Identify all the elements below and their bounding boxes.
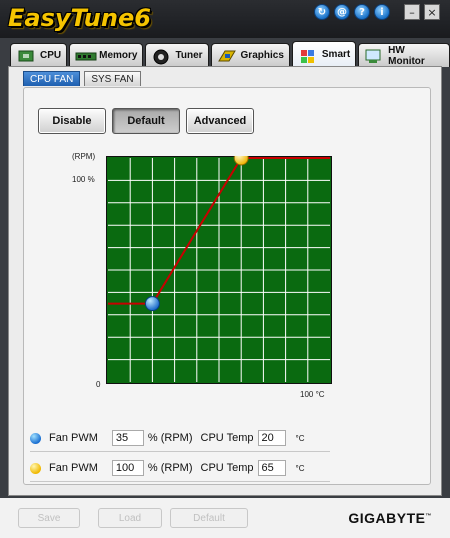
tab-label: Memory: [99, 50, 138, 61]
yellow-point-icon: [30, 462, 41, 474]
tab-label: Tuner: [175, 50, 203, 61]
tab-label: CPU: [40, 50, 62, 61]
subtab-sys-fan[interactable]: SYS FAN: [84, 71, 141, 86]
hw-monitor-icon: [364, 49, 384, 63]
tab-label: HW Monitor: [388, 44, 425, 67]
smart-cube-icon: [298, 48, 318, 63]
memory-stick-icon: [75, 49, 97, 63]
fan-pwm-label: Fan PWM: [49, 462, 98, 474]
minimize-button[interactable]: –: [404, 4, 420, 20]
fan-pwm-label: Fan PWM: [49, 432, 98, 444]
x-axis-unit: °C: [315, 390, 325, 399]
y-axis-origin-tick: 0: [96, 380, 101, 389]
cpu-temp-label: CPU Temp: [200, 462, 254, 474]
email-icon[interactable]: @: [334, 4, 350, 20]
bottom-bar: Save Load Default GIGABYTE™: [0, 498, 450, 538]
temp-unit: °C: [295, 463, 305, 473]
info-icon[interactable]: i: [374, 4, 390, 20]
fan-pwm-unit: % (RPM): [147, 432, 193, 444]
blue-point-icon: [30, 432, 41, 444]
subtab-cpu-fan[interactable]: CPU FAN: [23, 71, 81, 86]
row-divider: [30, 481, 330, 482]
tab-cpu[interactable]: CPU: [10, 43, 68, 67]
y-axis-top-tick: 100 %: [72, 175, 95, 184]
tuner-dial-icon: [151, 49, 171, 64]
tab-hw-monitor[interactable]: HW Monitor: [358, 43, 450, 67]
tab-tuner[interactable]: Tuner: [145, 43, 209, 67]
title-bar-icons: ↻ @ ? i – ×: [314, 4, 440, 20]
temp-unit: °C: [295, 433, 305, 443]
close-button[interactable]: ×: [424, 4, 440, 20]
cpu-chip-icon: [16, 49, 36, 63]
blue-control-point[interactable]: [144, 296, 160, 312]
app-logo: EasyTune6: [8, 4, 151, 32]
tab-label: Smart: [321, 49, 351, 60]
fan-pwm-unit: % (RPM): [147, 462, 193, 474]
x-axis-end-tick: 100 °C: [300, 390, 325, 399]
main-tabs: CPU Memory Tuner Graphics Smart HW Monit…: [10, 41, 450, 67]
point-row-blue: Fan PWM 35 % (RPM) CPU Temp 20 °C: [30, 430, 304, 446]
brand-trademark: ™: [425, 513, 432, 520]
disable-button[interactable]: Disable: [38, 108, 106, 134]
load-button[interactable]: Load: [98, 508, 162, 528]
row-divider: [30, 451, 330, 452]
graphics-card-icon: [217, 49, 237, 63]
fan-pwm-value-field[interactable]: 100: [111, 460, 144, 476]
help-icon[interactable]: ?: [354, 4, 370, 20]
refresh-icon[interactable]: ↻: [314, 4, 330, 20]
save-button[interactable]: Save: [18, 508, 80, 528]
default-profile-button[interactable]: Default: [170, 508, 248, 528]
point-row-yellow: Fan PWM 100 % (RPM) CPU Temp 65 °C: [30, 460, 304, 476]
fan-pwm-value-field[interactable]: 35: [111, 430, 144, 446]
tab-label: Graphics: [240, 50, 284, 61]
tab-smart[interactable]: Smart: [291, 41, 357, 67]
advanced-button[interactable]: Advanced: [186, 108, 254, 134]
tab-graphics[interactable]: Graphics: [210, 43, 290, 67]
cpu-temp-label: CPU Temp: [200, 432, 254, 444]
cpu-temp-value-field[interactable]: 65: [257, 460, 286, 476]
x-axis-end-value: 100: [300, 390, 314, 399]
brand-text: GIGABYTE: [348, 510, 426, 526]
cpu-temp-value-field[interactable]: 20: [257, 430, 286, 446]
fan-curve-chart[interactable]: [106, 156, 332, 384]
fan-subtabs: CPU FAN SYS FAN: [23, 71, 141, 86]
y-axis-label: (RPM): [72, 152, 96, 161]
brand-logo: GIGABYTE™: [348, 510, 432, 526]
title-bar: EasyTune6 ↻ @ ? i – ×: [0, 0, 450, 38]
default-button[interactable]: Default: [112, 108, 180, 134]
yellow-control-point[interactable]: [233, 156, 249, 166]
tab-memory[interactable]: Memory: [69, 43, 144, 67]
